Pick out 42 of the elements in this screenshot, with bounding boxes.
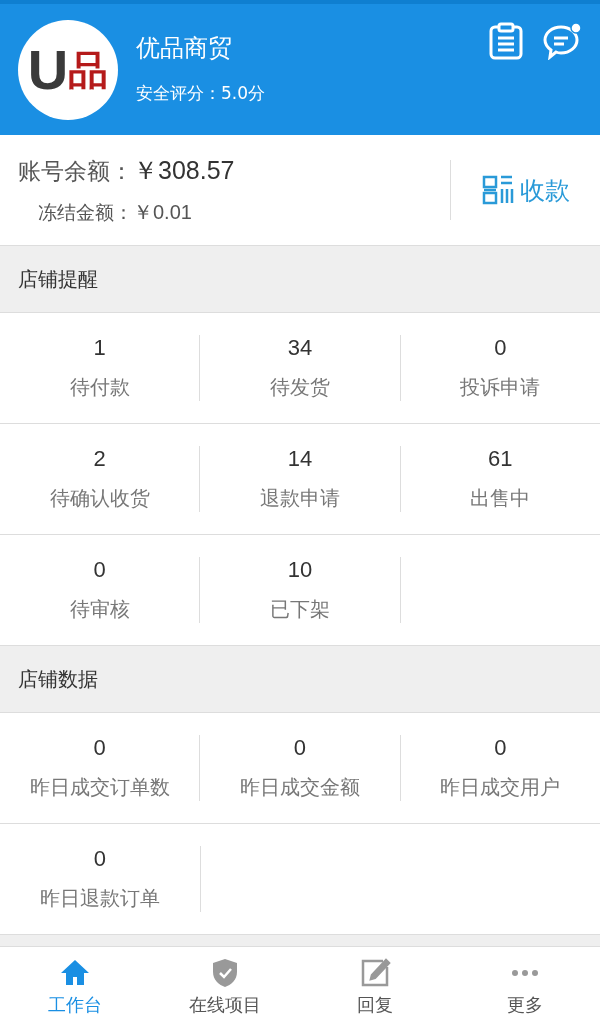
count-value[interactable]: 14 — [287, 446, 313, 472]
more-icon — [509, 969, 541, 977]
section-header: 店铺数据 — [0, 646, 600, 713]
count-label[interactable]: 已下架 — [270, 596, 330, 623]
section-header: 店铺提醒 — [0, 246, 600, 313]
logo-letter: U — [27, 41, 69, 98]
count-label[interactable]: 出售中 — [470, 485, 531, 512]
count-label[interactable]: 待发货 — [270, 374, 330, 401]
count-value[interactable]: 10 — [287, 557, 313, 583]
count-label[interactable]: 退款申请 — [260, 485, 340, 512]
count-label[interactable]: 待付款 — [69, 374, 130, 401]
count-label[interactable]: 投诉申请 — [460, 374, 541, 401]
tab[interactable]: 在线项目 — [150, 947, 300, 1027]
count-value[interactable]: 2 — [93, 446, 106, 472]
balance-label: 账号余额： — [18, 158, 133, 184]
count-value[interactable]: 0 — [293, 735, 307, 761]
count-value[interactable]: 0 — [93, 735, 106, 761]
count-label[interactable]: 昨日退款订单 — [39, 885, 160, 912]
count-label[interactable]: 待确认收货 — [49, 485, 150, 512]
shop-name: 优品商贸 — [136, 33, 233, 64]
count-value[interactable]: 0 — [494, 335, 507, 361]
safety-rating: 安全评分：5.0分 — [136, 82, 267, 105]
count-value[interactable]: 61 — [488, 446, 513, 472]
count-value[interactable]: 0 — [93, 557, 106, 583]
count-label[interactable]: 昨日成交金额 — [240, 774, 360, 801]
edit-icon — [359, 957, 391, 989]
message-icon[interactable] — [542, 22, 582, 60]
clipboard-icon[interactable] — [488, 22, 524, 60]
count-label[interactable]: 昨日成交订单数 — [29, 774, 170, 801]
count-label[interactable]: 昨日成交用户 — [440, 774, 561, 801]
count-value[interactable]: 1 — [93, 335, 106, 361]
balance-amount: ￥308.57 — [133, 156, 235, 184]
logo-mark: 品 — [68, 49, 109, 90]
frozen-label: 冻结金额： — [38, 201, 133, 223]
tab[interactable]: 回复 — [300, 947, 450, 1027]
tab[interactable]: 更多 — [450, 947, 600, 1027]
count-label[interactable]: 待审核 — [69, 596, 130, 623]
count-value[interactable]: 34 — [287, 335, 313, 361]
count-value[interactable]: 0 — [494, 735, 507, 761]
qr-code-icon — [481, 175, 514, 205]
frozen-amount: ￥0.01 — [133, 201, 192, 223]
count-value[interactable]: 0 — [93, 846, 106, 872]
